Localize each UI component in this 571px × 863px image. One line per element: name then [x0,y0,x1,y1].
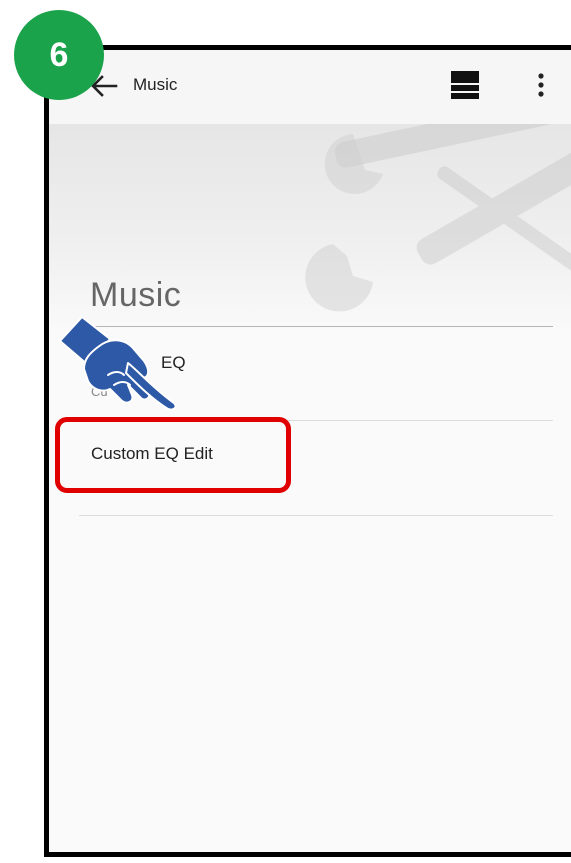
step-badge: 6 [14,10,104,100]
pointing-hand-icon [59,316,177,411]
wrench-illustration [305,124,571,312]
section-title: Music [90,276,182,314]
toolbar: Music [49,50,571,124]
list-view-icon [451,71,479,99]
toolbar-title: Music [133,75,178,94]
row-divider [79,515,553,516]
more-options-button[interactable] [531,70,551,102]
highlight-box [55,417,291,493]
view-toggle-button[interactable] [450,69,480,101]
more-vertical-icon [538,73,544,97]
